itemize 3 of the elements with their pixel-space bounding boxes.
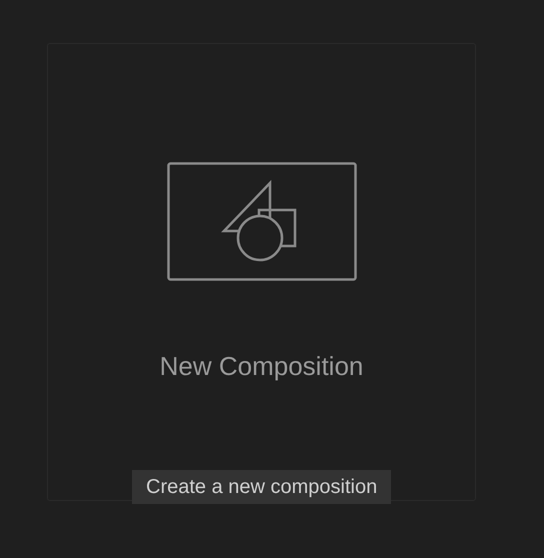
tooltip: Create a new composition	[132, 470, 392, 504]
card-title: New Composition	[160, 350, 364, 383]
composition-icon	[166, 162, 356, 281]
